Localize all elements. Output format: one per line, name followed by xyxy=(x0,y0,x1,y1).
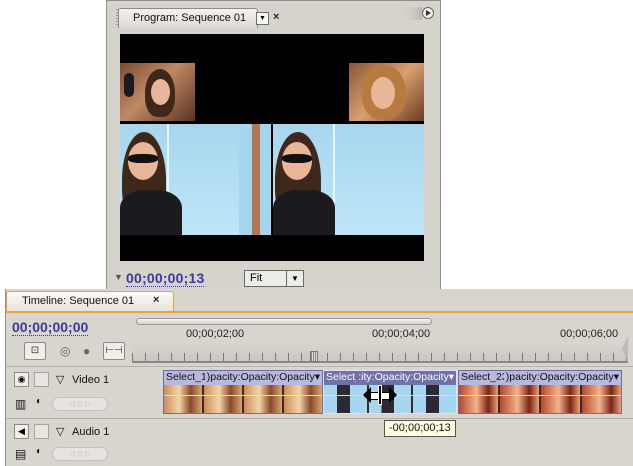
clip-effect-label: Opacity:Opacity▾ xyxy=(240,371,320,383)
timeline-timecode[interactable]: 00;00;00;00 xyxy=(12,319,89,336)
work-area-bar[interactable] xyxy=(132,361,628,363)
add-marker-button[interactable]: ⊢⊣ xyxy=(103,342,125,360)
waveform-icon[interactable]: ▤ xyxy=(15,447,26,461)
trim-offset-tooltip: -00;00;00;13 xyxy=(384,420,456,437)
ruler-label: 00;00;02;00 xyxy=(186,328,245,340)
video1-track-name: Video 1 xyxy=(72,374,110,386)
headphone xyxy=(124,73,134,97)
subject-face xyxy=(371,77,395,109)
program-monitor-panel: Program: Sequence 01 ▼ × ▼ 00;00;00;13 F… xyxy=(106,0,441,291)
audio1-track-name: Audio 1 xyxy=(72,426,110,438)
clip-title: Select_8.avi :ity:Opacity:Opacity▾ xyxy=(324,371,456,384)
snap-icon[interactable]: ⊡ xyxy=(24,342,46,360)
zoom-scrollbar[interactable] xyxy=(136,318,432,325)
clip-thumbnails xyxy=(459,385,621,413)
opacity-rubberband[interactable] xyxy=(459,395,621,396)
zoom-level-select[interactable]: Fit ▼ xyxy=(244,270,304,287)
close-icon[interactable]: × xyxy=(153,294,159,306)
zoom-level-value: Fit xyxy=(250,272,263,284)
clip-select-1[interactable]: Select_1.avi )pacity:Opacity:Opacity▾ xyxy=(163,370,323,414)
program-tab-label: Program: Sequence 01 xyxy=(133,12,247,24)
tab-highlight xyxy=(6,311,633,313)
clip-effect-menu[interactable]: )pacity:Opacity:Opacity▾ xyxy=(204,371,320,384)
divider xyxy=(6,418,633,419)
clip-effect-label: Opacity:Opacity▾ xyxy=(374,371,454,383)
clip-effect-prefix: :ity: xyxy=(358,371,375,383)
timecode-arrow-icon[interactable]: ▼ xyxy=(114,272,123,282)
clip-title: Select_23.avi )pacity:Opacity:Opacity▾ xyxy=(459,371,621,384)
ruler-label: 00;00;04;00 xyxy=(372,328,431,340)
film-strip-icon[interactable]: ▥ xyxy=(15,397,26,411)
panel-menu-icon[interactable]: ▼ xyxy=(256,12,269,25)
speaker-icon[interactable]: ◀ xyxy=(14,424,29,439)
lock-icon[interactable] xyxy=(34,424,49,439)
clip-effect-prefix: )pacity: xyxy=(206,371,241,383)
divider xyxy=(6,366,633,367)
subject-body xyxy=(120,190,182,235)
clip-title: Select_1.avi )pacity:Opacity:Opacity▾ xyxy=(164,371,322,384)
panel-menu-glyph: ▼ xyxy=(259,15,266,22)
wing-menu-button[interactable] xyxy=(422,7,434,19)
eye-icon[interactable]: ◉ xyxy=(14,372,29,387)
timeline-tab-label: Timeline: Sequence 01 xyxy=(22,295,135,307)
tab-timeline-sequence[interactable]: Timeline: Sequence 01 xyxy=(6,291,174,312)
subject-sunglasses xyxy=(282,154,312,163)
keyframe-display-icon[interactable]: ◐ xyxy=(36,396,42,407)
work-area-end-marker[interactable] xyxy=(622,336,628,362)
subject-body xyxy=(273,190,335,235)
program-timecode-row: ▼ 00;00;00;13 Fit ▼ xyxy=(107,268,440,290)
trim-cursor-icon xyxy=(363,385,397,405)
wing-menu-tail xyxy=(404,7,422,20)
keyframe-display-icon[interactable]: ◐ xyxy=(36,446,42,457)
tab-program-sequence[interactable]: Program: Sequence 01 xyxy=(118,8,258,28)
opacity-rubberband[interactable] xyxy=(164,395,322,396)
close-icon[interactable]: × xyxy=(273,11,279,23)
clip-effect-menu[interactable]: :ity:Opacity:Opacity▾ xyxy=(356,371,454,384)
subject-face xyxy=(151,79,170,105)
video1-twirl-icon[interactable]: ▽ xyxy=(56,373,64,386)
video-inset-top-left xyxy=(120,63,195,121)
clip-effect-prefix: )pacity: xyxy=(505,371,540,383)
wing-menu-icon[interactable] xyxy=(404,7,434,20)
ruler-label: 00;00;06;00 xyxy=(560,328,619,340)
timeline-panel: Timeline: Sequence 01 × 00;00;00;00 ⊡ ◎ … xyxy=(5,289,633,466)
clip-effect-label: Opacity:Opacity▾ xyxy=(539,371,619,383)
keyframe-nav[interactable]: ◁ ◇ ▷ xyxy=(52,397,108,411)
video-frame-center xyxy=(239,124,271,235)
time-ruler[interactable]: 00;00;02;00 00;00;04;00 00;00;06;00 xyxy=(132,314,633,364)
ruler-ticks xyxy=(132,344,628,362)
work-area-handle[interactable] xyxy=(310,351,318,362)
lock-icon[interactable] xyxy=(34,372,49,387)
track-header-video1: ◉ ▽ Video 1 ▥ ◐ ◁ ◇ ▷ xyxy=(6,369,132,417)
clip-thumbnails xyxy=(164,385,322,413)
clip-select-23[interactable]: Select_23.avi )pacity:Opacity:Opacity▾ xyxy=(458,370,622,414)
program-timecode[interactable]: 00;00;00;13 xyxy=(126,270,205,287)
keyframe-icon[interactable]: ● xyxy=(83,344,90,358)
video-inset-top-right xyxy=(349,63,424,121)
chevron-down-icon: ▼ xyxy=(286,271,303,286)
video-frame-right xyxy=(273,124,424,235)
audio1-twirl-icon[interactable]: ▽ xyxy=(56,425,64,438)
track-header-audio1: ◀ ▽ Audio 1 ▤ ◐ ◁ ◇ ▷ xyxy=(6,421,132,466)
keyframe-nav[interactable]: ◁ ◇ ▷ xyxy=(52,447,108,461)
subject-sunglasses xyxy=(128,154,158,163)
marker-icon[interactable]: ◎ xyxy=(60,344,70,358)
program-video-frame xyxy=(120,34,424,261)
program-monitor-header: Program: Sequence 01 ▼ × xyxy=(107,1,440,29)
clip-effect-menu[interactable]: )pacity:Opacity:Opacity▾ xyxy=(503,371,619,384)
